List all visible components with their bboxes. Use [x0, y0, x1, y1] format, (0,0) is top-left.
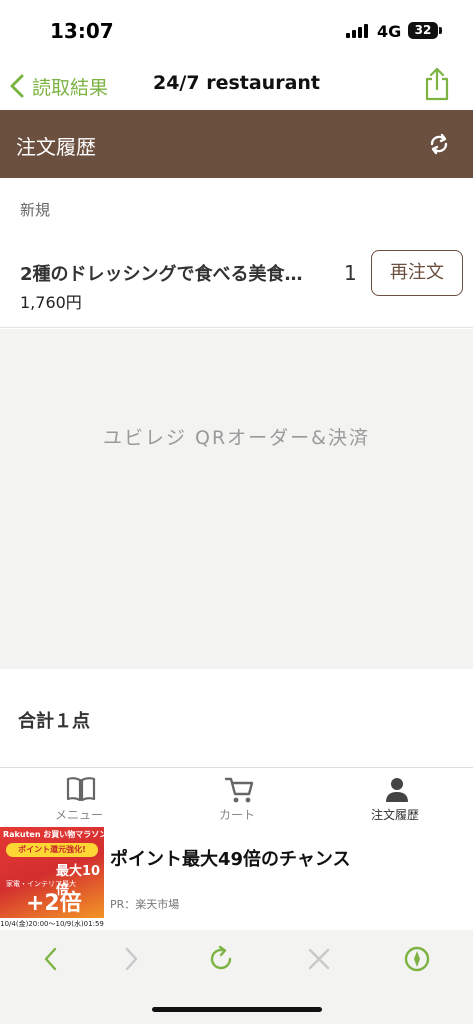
reload-icon	[210, 945, 232, 970]
status-time: 13:07	[50, 19, 114, 43]
ad-image-badge: ポイント還元強化!	[6, 843, 98, 857]
chevron-right-icon	[125, 947, 138, 971]
battery-icon: 32	[408, 22, 438, 39]
item-name: 2種のドレッシングで食べる美食…	[20, 264, 303, 285]
item-price: 1,760円	[20, 293, 82, 312]
ad-source: PR：楽天市場	[110, 898, 180, 911]
browser-reload-button[interactable]	[206, 944, 236, 974]
compass-icon	[404, 946, 430, 972]
tab-label-cart: カート	[218, 808, 255, 822]
status-bar: 13:07 4G 32	[0, 0, 473, 62]
home-indicator	[152, 1007, 322, 1012]
signal-icon	[346, 24, 370, 38]
total-label: 合計１点	[18, 711, 90, 732]
chevron-left-icon	[44, 947, 57, 971]
page-title: 24/7 restaurant	[152, 72, 320, 94]
browser-compass-button[interactable]	[402, 944, 432, 974]
refresh-icon	[430, 133, 448, 155]
close-icon	[308, 948, 330, 970]
tab-label-history: 注文履歴	[370, 808, 419, 822]
tab-menu[interactable]: メニュー	[0, 768, 158, 826]
browser-toolbar	[0, 930, 473, 1024]
book-icon	[66, 777, 96, 802]
share-icon	[425, 67, 449, 101]
ad-title: ポイント最大49倍のチャンス	[110, 849, 351, 870]
tab-label-menu: メニュー	[54, 808, 103, 822]
item-quantity: 1	[344, 261, 357, 285]
section-label: 新規	[20, 201, 51, 219]
tab-bar: メニュー カート 注文履歴	[0, 767, 473, 825]
ad-image-bonus: +2倍	[26, 891, 82, 916]
ad-image: Rakuten お買い物マラソン ポイント還元強化! 最大10倍 家電・インテリ…	[0, 827, 104, 930]
browser-forward-button[interactable]	[116, 944, 146, 974]
brand-logo: ユビレジ QRオーダー&決済	[102, 427, 370, 449]
reorder-button[interactable]: 再注文	[371, 250, 463, 296]
cart-icon	[224, 777, 254, 803]
battery-cap	[439, 27, 442, 34]
refresh-button[interactable]	[427, 132, 451, 156]
ad-banner[interactable]: Rakuten お買い物マラソン ポイント還元強化! 最大10倍 家電・インテリ…	[0, 825, 473, 930]
history-header: 注文履歴	[0, 110, 473, 178]
history-title: 注文履歴	[16, 135, 96, 159]
brand-area: ユビレジ QRオーダー&決済	[0, 329, 473, 669]
person-icon	[386, 778, 408, 802]
tab-history[interactable]: 注文履歴	[316, 768, 473, 826]
tab-cart[interactable]: カート	[158, 768, 316, 826]
order-item: 2種のドレッシングで食べる美食… 1,760円 1 再注文	[0, 236, 473, 328]
ad-image-date: 10/4(金)20:00〜10/9(水)01:59	[0, 918, 104, 930]
network-label: 4G	[377, 22, 402, 41]
ad-image-headline: Rakuten お買い物マラソン	[3, 830, 104, 839]
nav-bar: 読取結果 24/7 restaurant	[0, 62, 473, 110]
browser-back-button[interactable]	[36, 944, 66, 974]
browser-close-button[interactable]	[304, 944, 334, 974]
share-button[interactable]	[421, 66, 453, 102]
